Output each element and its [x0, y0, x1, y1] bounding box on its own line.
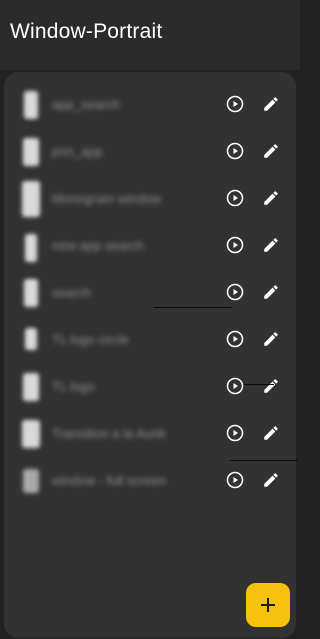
list-item-label: pnn_app: [52, 144, 103, 159]
window-thumbnail: [22, 181, 40, 217]
window-thumbnail: [22, 420, 40, 448]
plus-icon: [261, 598, 275, 612]
list-item[interactable]: window - full screen: [4, 459, 296, 505]
edit-icon[interactable]: [262, 236, 280, 254]
divider-line: [154, 307, 232, 308]
play-icon[interactable]: [226, 283, 244, 301]
list-item-label: app_search: [52, 97, 120, 112]
edit-icon[interactable]: [262, 471, 280, 489]
list-item[interactable]: new app search: [4, 224, 296, 270]
list-item[interactable]: Transition a la Aunk: [4, 412, 296, 458]
play-icon[interactable]: [226, 424, 244, 442]
window-thumbnail: [23, 373, 39, 401]
edit-icon[interactable]: [262, 377, 280, 395]
edit-icon[interactable]: [262, 142, 280, 160]
list-item-label: new app search: [52, 238, 144, 253]
window-thumbnail: [24, 279, 38, 307]
list-item[interactable]: search: [4, 271, 296, 317]
list-item-label: TL logo: [52, 379, 95, 394]
edit-icon[interactable]: [262, 283, 280, 301]
list-item-label: Monogram window: [52, 191, 162, 206]
page-title: Window-Portrait: [10, 20, 163, 43]
list-item-label: Transition a la Aunk: [52, 426, 166, 441]
window-thumbnail: [25, 234, 37, 262]
play-icon[interactable]: [226, 189, 244, 207]
list-item[interactable]: pnn_app: [4, 130, 296, 176]
window-thumbnail: [23, 469, 39, 493]
list-item-label: TL logo circle: [52, 332, 129, 347]
edit-icon[interactable]: [262, 95, 280, 113]
window-thumbnail: [23, 138, 39, 166]
window-thumbnail: [24, 91, 38, 119]
play-icon[interactable]: [226, 95, 244, 113]
list-item[interactable]: TL logo circle: [4, 318, 296, 364]
edit-icon[interactable]: [262, 330, 280, 348]
list-item-label: window - full screen: [52, 473, 167, 488]
add-window-button[interactable]: [246, 583, 290, 627]
play-icon[interactable]: [226, 236, 244, 254]
play-icon[interactable]: [226, 330, 244, 348]
window-thumbnail: [25, 328, 37, 350]
edit-icon[interactable]: [262, 424, 280, 442]
app-header: Window-Portrait: [0, 0, 300, 70]
play-icon[interactable]: [226, 377, 244, 395]
play-icon[interactable]: [226, 142, 244, 160]
play-icon[interactable]: [226, 471, 244, 489]
list-item[interactable]: TL logo: [4, 365, 296, 411]
list-item[interactable]: Monogram window: [4, 177, 296, 223]
window-list-panel: app_search pnn_app Monogram window new a…: [4, 72, 296, 638]
list-item[interactable]: app_search: [4, 83, 296, 129]
list-item-label: search: [52, 285, 92, 300]
divider-line: [230, 460, 298, 461]
edit-icon[interactable]: [262, 189, 280, 207]
divider-line: [244, 384, 274, 385]
